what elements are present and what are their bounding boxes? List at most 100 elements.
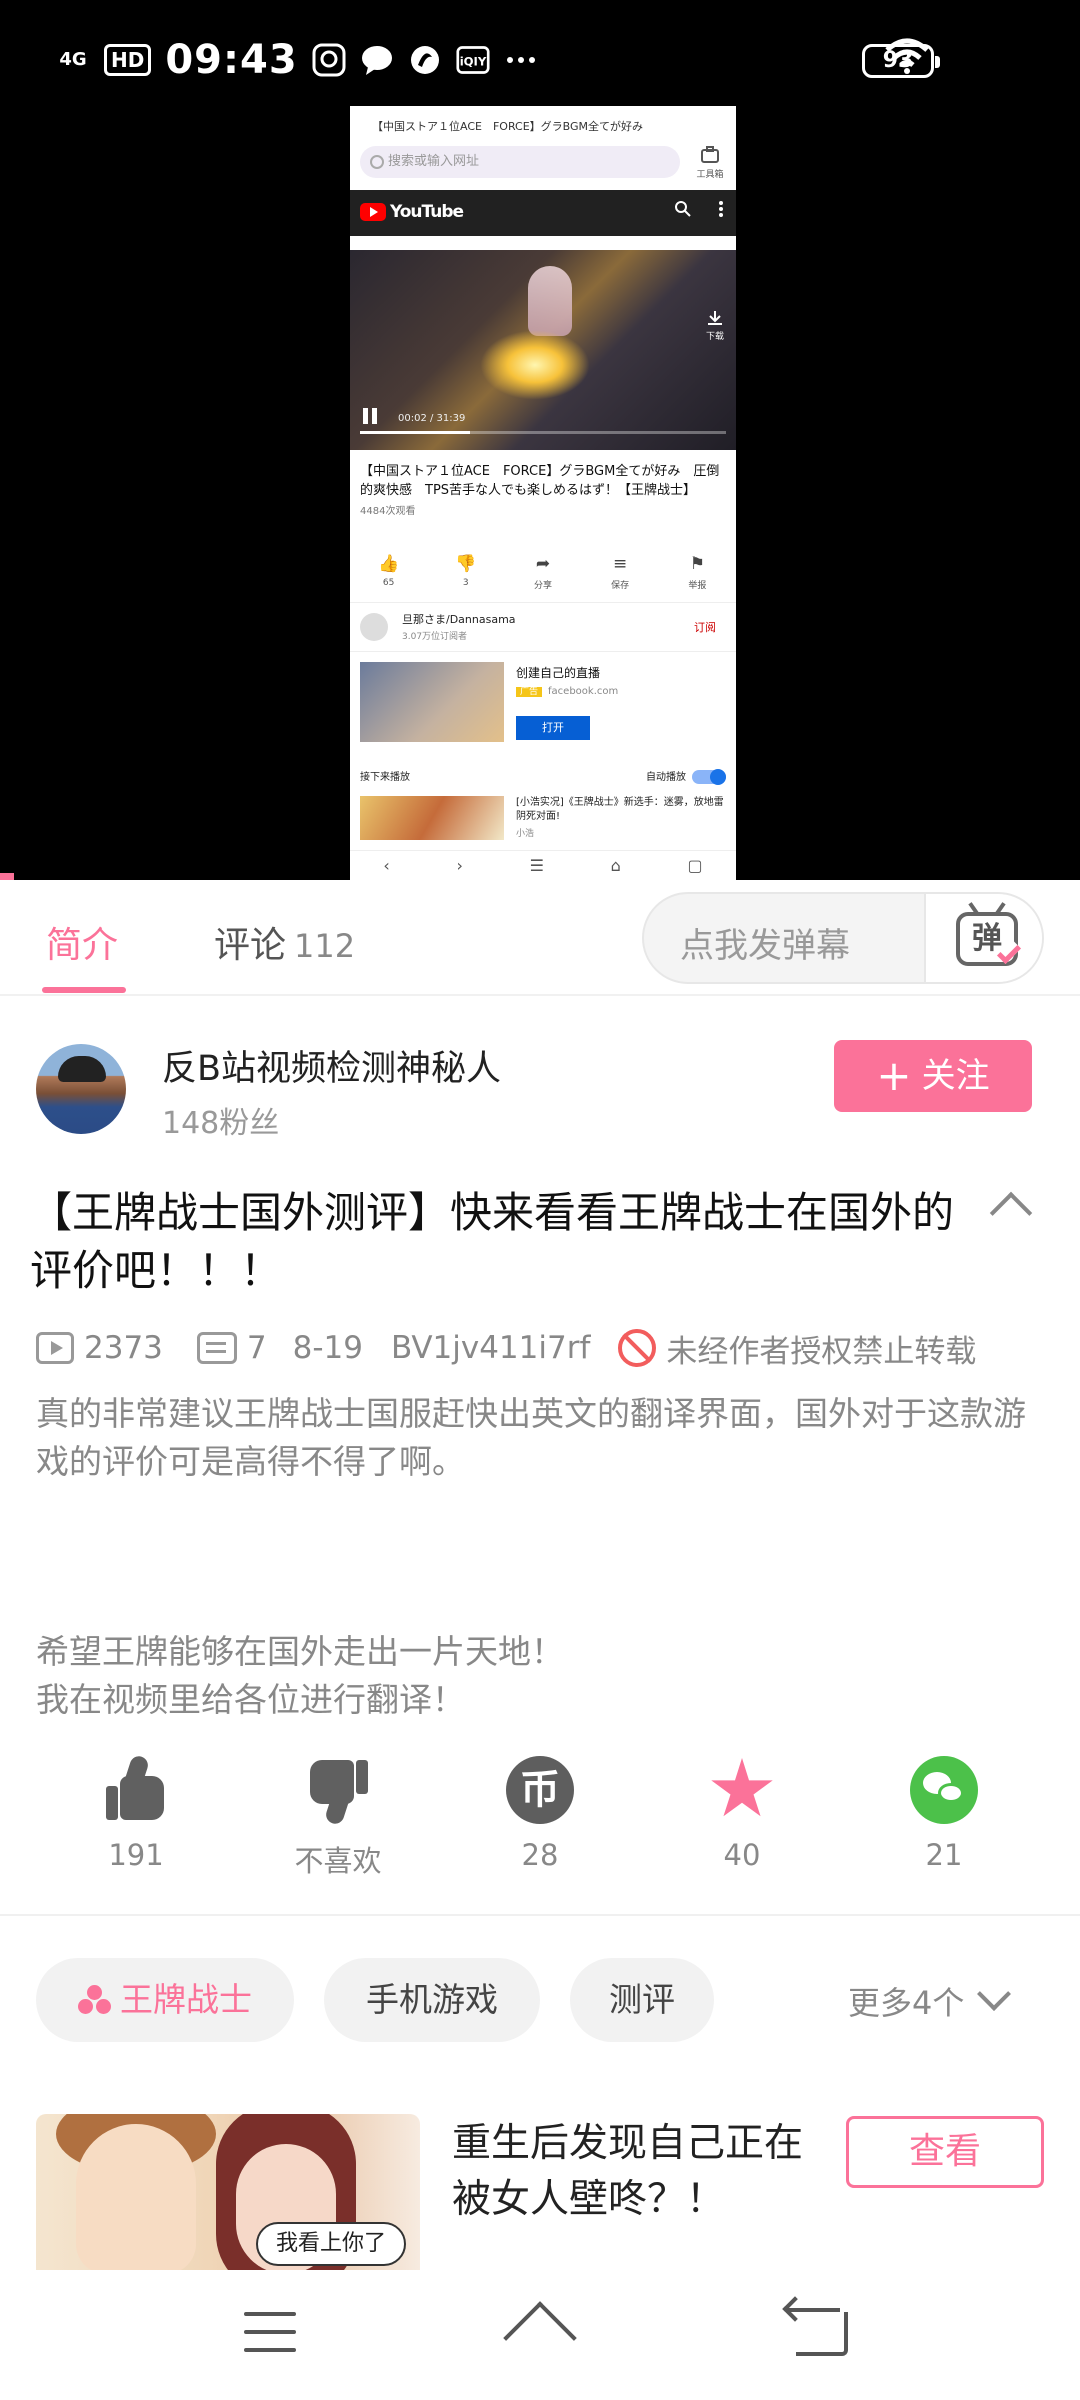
like-count: 191	[108, 1838, 164, 1872]
more-dots-icon	[504, 43, 538, 77]
rec-channel-avatar	[360, 613, 388, 641]
status-bar: 4G HD 09:43 iQIY 93	[0, 0, 1080, 120]
channel-dots-icon	[78, 1985, 112, 2015]
rec-video-title: 【中国ストア１位ACE FORCE】グラBGM全てが好み 圧倒的爽快感 TPS苦…	[360, 464, 720, 498]
system-nav-bar	[0, 2272, 1080, 2400]
rec-channel: 旦那さま/Dannasama 3.07万位订阅者 订阅	[350, 602, 736, 652]
tag-review[interactable]: 测评	[570, 1958, 714, 2042]
tab-comments[interactable]: 评论 112	[214, 916, 355, 968]
more-tags-button[interactable]: 更多4个	[848, 1977, 1012, 2024]
ad-speech-bubble: 我看上你了	[256, 2222, 406, 2266]
video-frame: 【中国ストア１位ACE FORCE】グラBGM全てが好み 搜索或输入网址 工具箱…	[350, 106, 736, 880]
danmaku-count: 7	[246, 1330, 267, 1366]
tab-intro[interactable]: 简介	[46, 916, 118, 968]
rec-youtube-header: YouTube	[350, 190, 736, 236]
wechat-icon	[910, 1756, 978, 1824]
video-description-extra: 希望王牌能够在国外走出一片天地！ 我在视频里给各位进行翻译！	[36, 1632, 564, 1719]
rec-action-share: ➦ 分享	[523, 554, 563, 591]
coin-glyph: 币	[506, 1756, 574, 1824]
video-title: 【王牌战士国外测评】快来看看王牌战士在国外的评价吧！！！	[30, 1188, 955, 1295]
tag-mobile-game[interactable]: 手机游戏	[324, 1958, 540, 2042]
rec-browser-tab: 【中国ストア１位ACE FORCE】グラBGM全てが好み	[372, 120, 644, 133]
rec-action-save: ≡ 保存	[600, 554, 640, 591]
home-icon[interactable]	[503, 2301, 577, 2375]
publish-date: 8-19	[292, 1330, 363, 1366]
rec-up-next-label: 接下来播放	[360, 772, 410, 783]
coin-count: 28	[521, 1838, 559, 1872]
rec-action-like: 👍 65	[369, 554, 409, 591]
game-character	[528, 266, 572, 336]
rec-action-label: 保存	[611, 581, 630, 591]
copyright-notice: 未经作者授权禁止转载	[666, 1333, 977, 1370]
tag-game-channel[interactable]: 王牌战士	[36, 1958, 294, 2042]
rec-ad-tag: 广告	[516, 687, 543, 697]
like-icon: 👍	[378, 554, 400, 574]
menu-icon: ☰	[529, 856, 544, 875]
favorite-button[interactable]: 40	[672, 1756, 812, 1872]
rec-toolbox-label: 工具箱	[696, 170, 724, 180]
rec-action-label: 分享	[533, 581, 552, 591]
rec-status-bar	[350, 106, 736, 116]
favorite-count: 40	[723, 1838, 761, 1872]
rec-video-info: 【中国ストア１位ACE FORCE】グラBGM全てが好み 圧倒的爽快感 TPS苦…	[360, 462, 726, 521]
ad-view-button[interactable]: 查看	[846, 2116, 1044, 2188]
coin-button[interactable]: 币 28	[470, 1756, 610, 1872]
rec-ad-title: 创建自己的直播	[516, 666, 601, 680]
rec-seek-bar	[360, 431, 726, 434]
rec-next-channel: 小浩	[516, 829, 535, 839]
uploader-name[interactable]: 反B站视频检测神秘人	[162, 1040, 501, 1091]
divider	[0, 1914, 1080, 1916]
dislike-button[interactable]: 不喜欢	[268, 1756, 408, 1880]
browser-icon	[408, 43, 442, 77]
youtube-play-icon	[360, 203, 386, 221]
play-count-icon	[36, 1332, 74, 1364]
rec-next-item: [小浩实况]《王牌战士》新选手：迷雾，放地雷阴死对面! 小浩	[360, 796, 726, 840]
share-button[interactable]: 21	[874, 1756, 1014, 1872]
ad-title[interactable]: 重生后发现自己正在被女人壁咚？！	[452, 2116, 832, 2228]
like-button[interactable]: 191	[66, 1753, 206, 1872]
search-icon	[674, 200, 692, 223]
network-type: 4G	[59, 49, 87, 70]
uploader-fans: 148粉丝	[162, 1106, 280, 1141]
chevron-up-icon[interactable]	[989, 1191, 1033, 1235]
rec-next-thumbnail	[360, 796, 504, 840]
svg-text:iQIY: iQIY	[459, 54, 486, 68]
follow-button[interactable]: + 关注	[834, 1040, 1032, 1112]
rec-ad-domain: facebook.com	[548, 686, 619, 697]
battery-icon: 93	[862, 44, 940, 78]
star-icon	[708, 1756, 776, 1824]
bvid: BV1jv411i7rf	[391, 1330, 591, 1366]
avatar[interactable]	[36, 1044, 126, 1134]
pause-icon	[363, 408, 377, 424]
back-icon: ‹	[383, 856, 390, 875]
rec-toolbox: 工具箱	[690, 146, 730, 180]
danmaku-input[interactable]: 点我发弹幕 弹	[642, 892, 1044, 984]
recents-icon[interactable]	[244, 2312, 296, 2352]
rec-ad-meta: 广告 facebook.com	[516, 684, 618, 697]
rec-subscribe: 订阅	[694, 621, 716, 634]
ad-thumbnail[interactable]: 我看上你了	[36, 2114, 420, 2270]
rec-action-label: 65	[382, 578, 395, 588]
video-player[interactable]: 4G HD 09:43 iQIY 93 【中国ストア１位ACE FORCE】グラ…	[0, 0, 1080, 880]
rec-channel-name: 旦那さま/Dannasama	[402, 613, 516, 626]
share-icon: ➦	[535, 554, 551, 574]
video-description: 真的非常建议王牌战士国服赶快出英文的翻译界面，国外对于这款游戏的评价可是高得不得…	[36, 1394, 1026, 1481]
rec-download: 下载	[706, 310, 724, 342]
battery-level: 93	[882, 48, 914, 73]
rec-time-readout: 00:02 / 31:39	[398, 413, 466, 424]
video-progress-bar[interactable]	[0, 873, 14, 880]
tabs-icon: ▢	[687, 856, 703, 875]
hd-icon: HD	[104, 44, 152, 76]
download-icon	[707, 311, 722, 325]
rec-autoplay-label: 自动播放	[646, 772, 686, 783]
video-meta: 2373 7 8-19 BV1jv411i7rf 未经作者授权禁止转载	[36, 1326, 976, 1370]
flag-icon: ⚑	[689, 554, 705, 574]
rec-action-label: 举报	[688, 581, 707, 591]
danmaku-toggle-button[interactable]: 弹	[924, 894, 1042, 982]
danmaku-placeholder: 点我发弹幕	[680, 926, 850, 966]
home-icon: ⌂	[610, 856, 621, 875]
dislike-icon: 👎	[455, 554, 477, 574]
back-icon[interactable]	[788, 2308, 848, 2356]
youtube-logo: YouTube	[360, 202, 464, 222]
rec-ad-thumbnail	[360, 662, 504, 742]
